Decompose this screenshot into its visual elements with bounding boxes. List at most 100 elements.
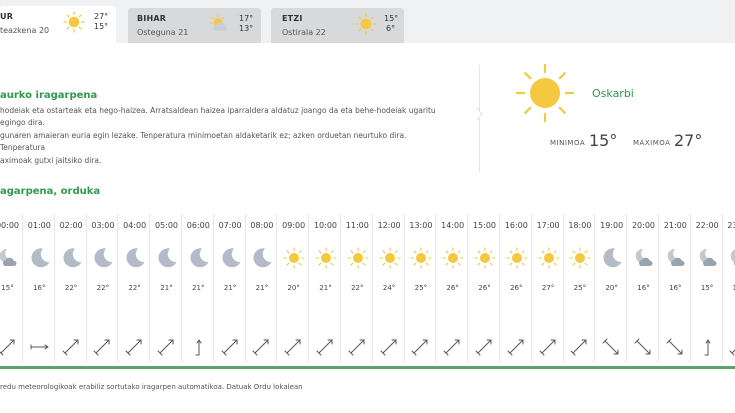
hour-label: 09:00 [282, 221, 306, 230]
hour-temperature: 16° [669, 284, 682, 292]
wind-arrow-icon [0, 339, 15, 356]
wind-arrow-icon [157, 339, 174, 356]
tab-day-date: Osteguna 21 [137, 28, 189, 37]
summary-line: hodeiak eta ostarteak eta hego-haizea. A… [0, 106, 436, 128]
hourly-column: 08:00 21° [246, 214, 278, 362]
hour-temperature: 21° [319, 284, 332, 292]
tab-day-2[interactable]: ETZI Ostirala 22 15° 6° [271, 8, 404, 43]
hourly-column: 11:00 22° [342, 214, 373, 362]
wind-arrow-icon [475, 339, 492, 356]
hourly-column: 22:00 15° [692, 214, 723, 362]
hour-label: 08:00 [250, 221, 274, 230]
hour-temperature: 20° [287, 284, 300, 292]
hour-label: 20:00 [631, 221, 656, 230]
hour-temperature: 26° [478, 284, 491, 292]
forecast-panel: aurko iragarpena hodeiak eta ostarteak e… [0, 43, 735, 413]
hourly-column: 15:00 26° [469, 214, 500, 362]
tab-day-name: BIHAR [137, 14, 167, 23]
hour-label: 12:00 [377, 221, 401, 230]
chevron-right-icon [476, 107, 483, 121]
sun-icon [515, 63, 575, 123]
hourly-title: agarpena, orduka [0, 186, 101, 197]
moon-icon [31, 248, 50, 268]
hour-label: 15:00 [472, 221, 497, 230]
moon-icon [63, 248, 82, 268]
hour-temperature: 21° [160, 284, 173, 292]
moon-icon [94, 248, 113, 268]
sun-icon [283, 247, 305, 269]
hour-label: 07:00 [218, 221, 242, 230]
hour-label: 18:00 [568, 221, 592, 230]
summary-title: aurko iragarpena [0, 90, 98, 101]
hourly-column: 01:00 16° [24, 214, 55, 362]
hour-label: 04:00 [123, 221, 147, 230]
sun-cloud-icon [209, 14, 227, 31]
hour-label: 21:00 [663, 221, 687, 230]
wind-arrow-icon [411, 339, 428, 356]
tab-day-0[interactable]: UR teazkena 20 27° 15° [0, 6, 116, 43]
hourly-column: 23:00 15° [723, 214, 735, 362]
max-label: MAXIMOA [633, 139, 671, 147]
moon-cloud-icon [635, 248, 653, 266]
tab-day-date: teazkena 20 [0, 26, 50, 35]
hourly-column: 17:00 27° [533, 214, 564, 362]
wind-arrow-icon [507, 339, 524, 356]
moon-cloud-icon [667, 248, 685, 266]
wind-arrow-icon [316, 339, 333, 356]
sun-icon [63, 11, 85, 33]
hour-label: 16:00 [504, 221, 528, 230]
hourly-column: 13:00 25° [405, 214, 437, 362]
hour-label: 00:00 [0, 221, 20, 230]
summary-text: hodeiak eta ostarteak eta hego-haizea. A… [0, 105, 448, 167]
moon-cloud-icon [0, 248, 17, 266]
hour-label: 03:00 [91, 221, 115, 230]
hourly-column: 21:00 16° [660, 214, 691, 362]
sun-icon [474, 247, 496, 269]
tab-day-min: 13° [239, 24, 254, 33]
wind-arrow-icon [666, 338, 683, 355]
hour-temperature: 15° [732, 284, 735, 292]
tab-day-max: 15° [384, 14, 399, 23]
sun-icon [410, 247, 432, 269]
tab-day-1[interactable]: BIHAR Osteguna 21 17° 13° [128, 8, 261, 43]
hour-label: 06:00 [186, 221, 210, 230]
hour-label: 13:00 [409, 221, 433, 230]
hour-temperature: 16° [33, 284, 46, 292]
hour-temperature: 21° [192, 284, 205, 292]
hour-label: 22:00 [695, 221, 719, 230]
wind-arrow-icon [93, 339, 110, 356]
wind-arrow-icon [570, 339, 587, 356]
hourly-column: 00:00 15° [0, 214, 23, 362]
hour-label: 14:00 [441, 221, 465, 230]
wind-arrow-icon [252, 339, 269, 356]
tab-day-name: UR [0, 12, 14, 21]
hour-label: 02:00 [59, 221, 83, 230]
tab-day-date: Ostirala 22 [282, 28, 326, 37]
hourly-column: 20:00 16° [628, 214, 659, 362]
max-value: 27° [674, 131, 703, 150]
moon-icon [158, 248, 177, 268]
min-label: MINIMOA [550, 139, 586, 147]
hour-label: 17:00 [536, 221, 560, 230]
hour-label: 05:00 [154, 221, 179, 230]
hour-temperature: 25° [414, 284, 428, 292]
hour-label: 01:00 [27, 221, 51, 230]
moon-icon [603, 248, 622, 268]
wind-arrow-icon [125, 339, 142, 356]
hour-temperature: 26° [510, 284, 523, 292]
weather-widget: { "colors": { "accent": "#2e9a4c", "sun"… [0, 0, 735, 413]
sun-icon [315, 247, 337, 269]
wind-arrow-icon [284, 339, 301, 356]
hourly-column: 05:00 21° [151, 214, 182, 362]
summary-line: gunaren amaieran euria egin lezake. Tenp… [0, 130, 407, 153]
moon-cloud-icon [699, 248, 717, 266]
wind-arrow-icon [30, 344, 49, 350]
hour-temperature: 16° [637, 284, 650, 292]
day-tabs: UR teazkena 20 27° 15° BIHAR Osteguna 21 [0, 0, 735, 43]
sun-icon [538, 247, 560, 269]
hour-temperature: 27° [541, 284, 555, 292]
hour-label: 10:00 [313, 221, 338, 230]
hourly-column: 09:00 20° [278, 214, 310, 362]
hour-temperature: 15° [700, 284, 714, 292]
moon-cloud-icon [731, 249, 735, 265]
